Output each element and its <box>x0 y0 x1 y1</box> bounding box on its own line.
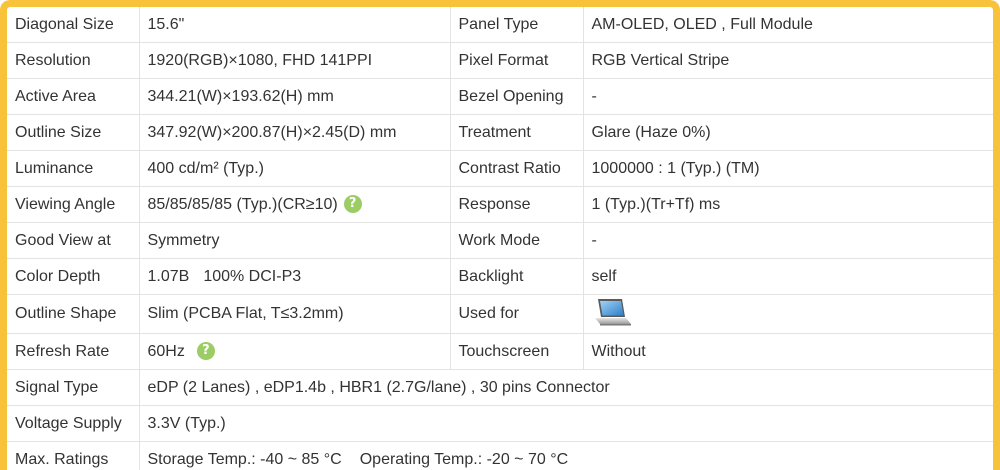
table-row: Viewing Angle 85/85/85/85 (Typ.)(CR≥10)?… <box>7 186 993 223</box>
table-row: Refresh Rate 60Hz? Touchscreen Without <box>7 333 993 370</box>
table-row: Luminance 400 cd/m² (Typ.) Contrast Rati… <box>7 150 993 187</box>
table-row: Good View at Symmetry Work Mode - <box>7 222 993 259</box>
spec-value-resolution: 1920(RGB)×1080, FHD 141PPI <box>139 42 451 79</box>
spec-value-signal-type: eDP (2 Lanes) , eDP1.4b , HBR1 (2.7G/lan… <box>139 369 993 406</box>
spec-value-max-ratings-cell: Storage Temp.: -40 ~ 85 °C Operating Temp… <box>139 441 993 470</box>
spec-value-color-depth-cell: 1.07B 100% DCI-P3 <box>139 258 451 295</box>
spec-value-response: 1 (Typ.)(Tr+Tf) ms <box>583 186 993 223</box>
laptop-icon[interactable] <box>592 297 632 333</box>
spec-value-work-mode: - <box>583 222 993 259</box>
spec-value-viewing-angle: 85/85/85/85 (Typ.)(CR≥10) <box>147 195 338 213</box>
spec-value-active-area: 344.21(W)×193.62(H) mm <box>139 78 451 115</box>
spec-value-touchscreen: Without <box>583 333 993 370</box>
spec-value-outline-shape: Slim (PCBA Flat, T≤3.2mm) <box>139 294 451 334</box>
table-row: Outline Size 347.92(W)×200.87(H)×2.45(D)… <box>7 114 993 151</box>
table-row: Outline Shape Slim (PCBA Flat, T≤3.2mm) … <box>7 294 993 334</box>
spec-label-panel-type: Panel Type <box>450 7 584 43</box>
spec-value-treatment: Glare (Haze 0%) <box>583 114 993 151</box>
spec-label-treatment: Treatment <box>450 114 584 151</box>
spec-label-viewing-angle: Viewing Angle <box>7 186 140 223</box>
spec-label-touchscreen: Touchscreen <box>450 333 584 370</box>
spec-label-work-mode: Work Mode <box>450 222 584 259</box>
table-row: Resolution 1920(RGB)×1080, FHD 141PPI Pi… <box>7 42 993 79</box>
spec-value-bezel-opening: - <box>583 78 993 115</box>
spec-label-max-ratings: Max. Ratings <box>7 441 140 470</box>
spec-value-outline-size: 347.92(W)×200.87(H)×2.45(D) mm <box>139 114 451 151</box>
spec-value-good-view-at: Symmetry <box>139 222 451 259</box>
spec-table-frame: Diagonal Size 15.6" Panel Type AM-OLED, … <box>0 0 1000 470</box>
spec-value-color-depth-bits: 1.07B <box>147 267 190 285</box>
spec-table: Diagonal Size 15.6" Panel Type AM-OLED, … <box>7 7 993 470</box>
spec-label-luminance: Luminance <box>7 150 140 187</box>
spec-label-outline-size: Outline Size <box>7 114 140 151</box>
spec-label-pixel-format: Pixel Format <box>450 42 584 79</box>
spec-value-refresh-rate-cell: 60Hz? <box>139 333 451 370</box>
spec-label-diagonal-size: Diagonal Size <box>7 7 140 43</box>
table-row: Active Area 344.21(W)×193.62(H) mm Bezel… <box>7 78 993 115</box>
spec-label-good-view-at: Good View at <box>7 222 140 259</box>
spec-label-voltage-supply: Voltage Supply <box>7 405 140 442</box>
spec-value-operating-temp: Operating Temp.: -20 ~ 70 °C <box>359 450 569 468</box>
spec-value-pixel-format: RGB Vertical Stripe <box>583 42 993 79</box>
spec-value-refresh-rate: 60Hz <box>147 342 185 360</box>
spec-value-viewing-angle-cell: 85/85/85/85 (Typ.)(CR≥10)? <box>139 186 451 223</box>
spec-label-active-area: Active Area <box>7 78 140 115</box>
spec-value-contrast-ratio: 1000000 : 1 (Typ.) (TM) <box>583 150 993 187</box>
spec-value-panel-type: AM-OLED, OLED , Full Module <box>583 7 993 43</box>
spec-value-color-gamut: 100% DCI-P3 <box>203 267 302 285</box>
spec-value-diagonal-size: 15.6" <box>139 7 451 43</box>
table-row: Diagonal Size 15.6" Panel Type AM-OLED, … <box>7 7 993 43</box>
table-row: Max. Ratings Storage Temp.: -40 ~ 85 °C O… <box>7 441 993 470</box>
spec-label-used-for: Used for <box>450 294 584 334</box>
spec-value-backlight: self <box>583 258 993 295</box>
table-row: Voltage Supply 3.3V (Typ.) <box>7 405 993 442</box>
spec-label-backlight: Backlight <box>450 258 584 295</box>
table-row: Signal Type eDP (2 Lanes) , eDP1.4b , HB… <box>7 369 993 406</box>
spec-label-refresh-rate: Refresh Rate <box>7 333 140 370</box>
table-row: Color Depth 1.07B 100% DCI-P3 Backlight s… <box>7 258 993 295</box>
spec-label-response: Response <box>450 186 584 223</box>
help-icon[interactable]: ? <box>196 342 215 361</box>
help-icon[interactable]: ? <box>343 195 362 214</box>
spec-label-contrast-ratio: Contrast Ratio <box>450 150 584 187</box>
spec-label-outline-shape: Outline Shape <box>7 294 140 334</box>
spec-value-luminance: 400 cd/m² (Typ.) <box>139 150 451 187</box>
spec-value-storage-temp: Storage Temp.: -40 ~ 85 °C <box>147 450 342 468</box>
spec-value-used-for <box>583 294 993 334</box>
spec-value-voltage-supply: 3.3V (Typ.) <box>139 405 993 442</box>
spec-label-signal-type: Signal Type <box>7 369 140 406</box>
spec-label-color-depth: Color Depth <box>7 258 140 295</box>
spec-label-resolution: Resolution <box>7 42 140 79</box>
spec-label-bezel-opening: Bezel Opening <box>450 78 584 115</box>
